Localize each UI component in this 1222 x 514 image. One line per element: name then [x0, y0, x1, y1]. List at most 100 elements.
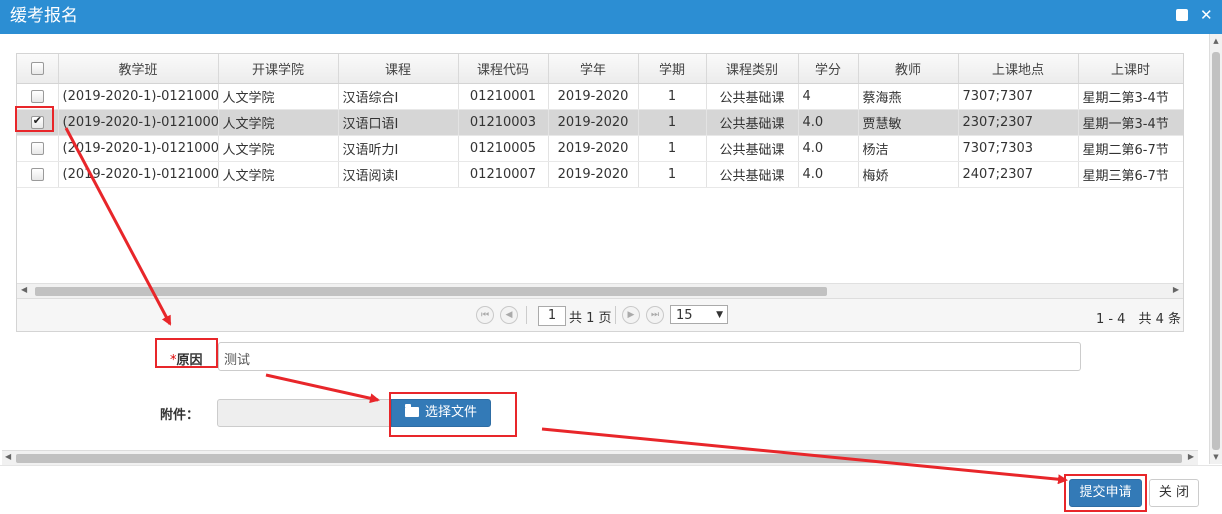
- reason-input[interactable]: 测试: [218, 342, 1081, 371]
- table-cell: 01210005: [458, 135, 549, 162]
- table-cell: (2019-2020-1)-01210005-: [58, 135, 219, 162]
- table-cell: 2307;2307: [958, 109, 1079, 136]
- course-grid: 教学班 开课学院 课程 课程代码 学年 学期 课程类别 学分 教师 上课地点 上…: [16, 53, 1184, 332]
- attachment-label: 附件：: [160, 408, 200, 423]
- scroll-up-icon[interactable]: ▲: [1212, 36, 1220, 46]
- table-cell: 1: [638, 83, 707, 110]
- horizontal-scroll-thumb[interactable]: [35, 287, 827, 296]
- page-number-input[interactable]: 1: [538, 306, 566, 326]
- column-header[interactable]: 课程: [338, 54, 459, 84]
- table-cell: 1: [638, 109, 707, 136]
- column-header[interactable]: 学年: [548, 54, 639, 84]
- row-select-cell[interactable]: [17, 135, 59, 162]
- page-size-value: 15: [676, 308, 693, 323]
- page-size-select[interactable]: 15 ▼: [670, 305, 728, 324]
- scroll-right-icon[interactable]: ▶: [1188, 452, 1194, 461]
- scroll-down-icon[interactable]: ▼: [1212, 452, 1220, 462]
- column-header[interactable]: 上课时: [1078, 54, 1183, 84]
- total-pages-text: 共 1 页: [569, 311, 612, 326]
- scroll-left-icon[interactable]: ◀: [5, 452, 11, 461]
- close-icon[interactable]: ✕: [1200, 8, 1213, 23]
- column-header[interactable]: 课程类别: [706, 54, 799, 84]
- select-all-checkbox[interactable]: [30, 62, 44, 75]
- dialog-titlebar: 缓考报名 ✕: [0, 0, 1222, 34]
- table-cell: 公共基础课: [706, 135, 799, 162]
- column-header[interactable]: 开课学院: [218, 54, 339, 84]
- course-table: 教学班 开课学院 课程 课程代码 学年 学期 课程类别 学分 教师 上课地点 上…: [17, 54, 1183, 188]
- row-checkbox[interactable]: [30, 90, 44, 103]
- table-cell: 人文学院: [218, 83, 339, 110]
- table-cell: 4: [798, 83, 859, 110]
- table-cell: 星期二第3-4节: [1078, 83, 1183, 110]
- prev-page-icon[interactable]: ◀: [500, 306, 518, 324]
- first-page-icon[interactable]: ⏮: [476, 306, 494, 324]
- vertical-scrollbar[interactable]: ▲ ▼: [1209, 34, 1222, 464]
- folder-open-icon: [404, 404, 419, 417]
- table-cell: 汉语口语I: [338, 109, 459, 136]
- reason-label-text: 原因: [176, 353, 203, 368]
- select-all-header[interactable]: [17, 54, 59, 84]
- pager-separator: [526, 306, 527, 324]
- close-button[interactable]: 关 闭: [1149, 479, 1199, 507]
- table-cell: 公共基础课: [706, 161, 799, 188]
- table-cell: 2407;2307: [958, 161, 1079, 188]
- table-cell: (2019-2020-1)-01210007-: [58, 161, 219, 188]
- table-row[interactable]: (2019-2020-1)-01210001- 人文学院 汉语综合I 01210001…: [17, 83, 1183, 110]
- table-cell: 杨洁: [858, 135, 959, 162]
- table-row[interactable]: (2019-2020-1)-01210003-人文学院汉语口语I01210003…: [17, 109, 1183, 136]
- table-cell: 人文学院: [218, 135, 339, 162]
- table-cell: 2019-2020: [548, 109, 639, 136]
- column-header[interactable]: 教师: [858, 54, 959, 84]
- table-cell: 星期二第6-7节: [1078, 135, 1183, 162]
- next-page-icon[interactable]: ▶: [622, 306, 640, 324]
- horizontal-scrollbar[interactable]: ◀ ▶: [17, 283, 1183, 298]
- table-cell: 蔡海燕: [858, 83, 959, 110]
- table-cell: 7307;7307: [958, 83, 1079, 110]
- table-cell: 星期一第3-4节: [1078, 109, 1183, 136]
- table-row[interactable]: (2019-2020-1)-01210005- 人文学院 汉语听力I 01210005…: [17, 135, 1183, 162]
- submit-application-button[interactable]: 提交申请: [1069, 479, 1142, 507]
- table-cell: 4.0: [798, 161, 859, 188]
- scroll-right-icon[interactable]: ▶: [1173, 285, 1179, 294]
- dialog-title: 缓考报名: [10, 6, 78, 26]
- table-cell: 人文学院: [218, 161, 339, 188]
- column-header[interactable]: 上课地点: [958, 54, 1079, 84]
- table-cell: 01210003: [458, 109, 549, 136]
- table-cell: 汉语听力I: [338, 135, 459, 162]
- table-cell: 梅娇: [858, 161, 959, 188]
- vertical-scroll-thumb[interactable]: [1212, 52, 1220, 450]
- chevron-down-icon: ▼: [716, 310, 723, 320]
- table-cell: 公共基础课: [706, 109, 799, 136]
- dialog-horizontal-scrollbar[interactable]: ◀ ▶: [2, 450, 1198, 465]
- table-row[interactable]: (2019-2020-1)-01210007- 人文学院 汉语阅读I 01210007…: [17, 161, 1183, 188]
- table-cell: (2019-2020-1)-01210001-: [58, 83, 219, 110]
- row-checkbox[interactable]: [30, 114, 44, 129]
- row-select-cell[interactable]: [17, 83, 59, 110]
- column-header[interactable]: 教学班: [58, 54, 219, 84]
- column-header[interactable]: 学期: [638, 54, 707, 84]
- dialog-horizontal-scroll-thumb[interactable]: [16, 454, 1182, 463]
- row-select-cell[interactable]: [17, 109, 59, 136]
- column-header[interactable]: 学分: [798, 54, 859, 84]
- table-cell: 公共基础课: [706, 83, 799, 110]
- table-cell: 01210001: [458, 83, 549, 110]
- pager: ⏮ ◀ 1 共 1 页 ▶ ⏭ 15 ▼ 1 - 4 共 4 条: [17, 298, 1183, 331]
- table-cell: 贾慧敏: [858, 109, 959, 136]
- scroll-left-icon[interactable]: ◀: [21, 285, 27, 294]
- table-cell: 4.0: [798, 109, 859, 136]
- table-cell: 人文学院: [218, 109, 339, 136]
- pager-separator: [615, 306, 616, 324]
- choose-file-label: 选择文件: [424, 405, 477, 420]
- choose-file-button[interactable]: 选择文件: [391, 399, 491, 427]
- row-select-cell[interactable]: [17, 161, 59, 188]
- table-cell: (2019-2020-1)-01210003-: [58, 109, 219, 136]
- table-header-row: 教学班 开课学院 课程 课程代码 学年 学期 课程类别 学分 教师 上课地点 上…: [17, 54, 1183, 84]
- column-header[interactable]: 课程代码: [458, 54, 549, 84]
- row-checkbox[interactable]: [30, 168, 44, 181]
- table-cell: 汉语综合I: [338, 83, 459, 110]
- last-page-icon[interactable]: ⏭: [646, 306, 664, 324]
- row-checkbox[interactable]: [30, 142, 44, 155]
- reason-label: *原因: [170, 349, 203, 368]
- maximize-icon[interactable]: [1176, 9, 1188, 21]
- table-cell: 2019-2020: [548, 135, 639, 162]
